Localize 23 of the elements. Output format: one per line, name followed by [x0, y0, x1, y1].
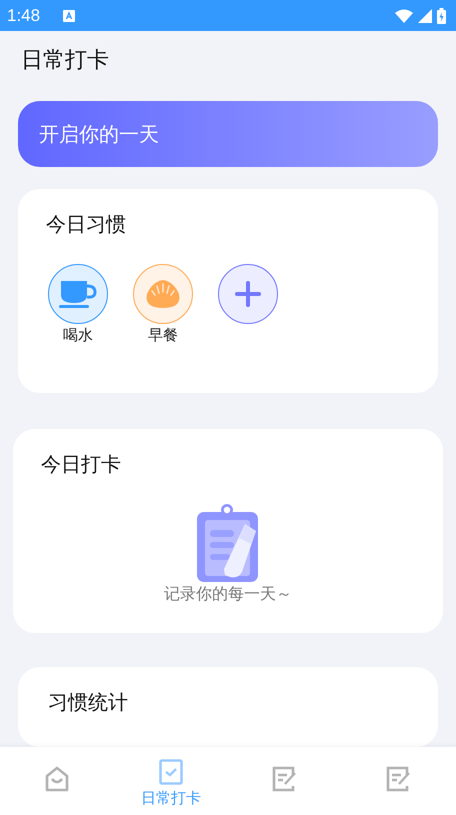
edit-icon	[386, 766, 412, 792]
banner-card[interactable]: 开启你的一天	[18, 101, 438, 167]
card-title: 今日打卡	[41, 451, 122, 478]
clipboard-pencil-icon	[197, 504, 259, 582]
banner-text: 开启你的一天	[39, 120, 159, 148]
bun-icon	[144, 278, 182, 310]
checkbox-icon	[159, 759, 183, 785]
plus-icon	[235, 281, 261, 307]
empty-message: 记录你的每一天～	[164, 584, 292, 605]
card-title: 今日习惯	[46, 211, 127, 238]
clock: 1:48	[7, 6, 40, 26]
card-title: 习惯统计	[48, 689, 129, 716]
habit-label: 喝水	[63, 326, 93, 345]
battery-icon	[437, 8, 446, 24]
tab[interactable]: 日常打卡	[114, 747, 228, 815]
edit-icon	[272, 766, 298, 792]
wifi-icon	[395, 8, 413, 22]
notification-icon	[63, 10, 76, 22]
habit-label: 早餐	[148, 326, 178, 345]
home-icon	[45, 766, 69, 792]
signal-icon	[418, 8, 432, 22]
cup-icon	[59, 279, 97, 309]
page-title: 日常打卡	[21, 47, 109, 75]
